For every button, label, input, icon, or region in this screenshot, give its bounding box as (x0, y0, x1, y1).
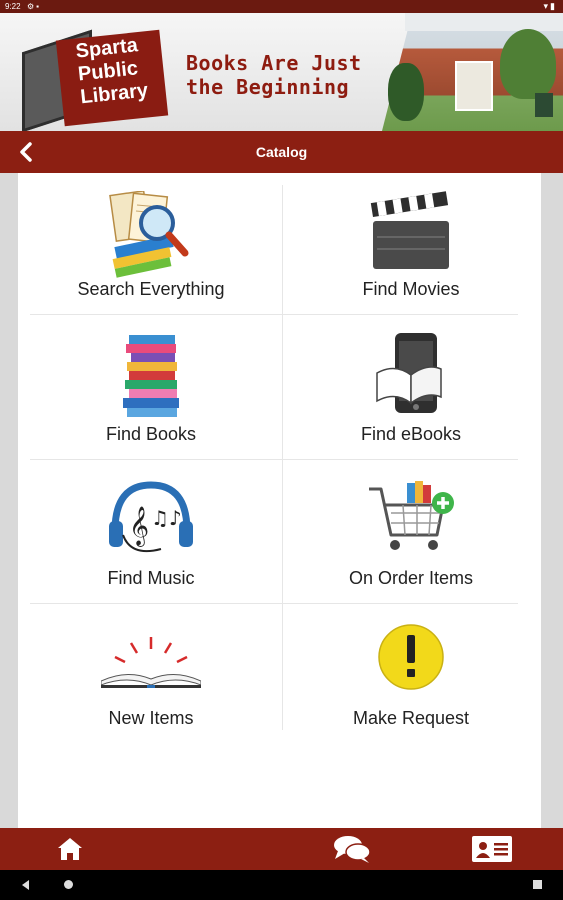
status-bar: 9:22 ⚙▪ ▾▮ (0, 0, 563, 13)
book-stack-icon (123, 335, 179, 417)
ebook-reader-icon (376, 333, 442, 413)
tagline-line-2: the Beginning (186, 75, 350, 99)
chat-button[interactable] (330, 834, 374, 864)
system-home-icon[interactable] (64, 880, 73, 889)
battery-icon: ▮ (550, 1, 557, 11)
photo-sign (535, 93, 553, 117)
logo-text: Sparta Public Library (75, 34, 150, 110)
catalog-tile-find-music[interactable]: 𝄞 ♫♪ Find Music (26, 477, 276, 592)
exclamation-icon (378, 624, 444, 690)
system-recents-icon[interactable] (533, 880, 542, 889)
catalog-tile-search-everything[interactable]: Search Everything (26, 191, 276, 306)
photo-tree-right (500, 29, 556, 99)
photo-tree-left (388, 63, 424, 121)
chat-icon (334, 836, 371, 863)
open-book-burst-icon (101, 637, 201, 688)
grid-divider-row1 (30, 314, 518, 315)
home-button[interactable] (48, 834, 92, 864)
catalog-grid: Search Everything Find Movies Find Books… (18, 173, 541, 828)
system-navigation-bar (0, 870, 563, 900)
clapperboard-icon (370, 191, 449, 269)
photo-roof (405, 13, 563, 31)
library-banner: Sparta Public Library Books Are Just the… (0, 13, 563, 131)
catalog-header: Catalog (0, 131, 563, 173)
photo-entrance (455, 61, 493, 111)
catalog-tile-on-order-items[interactable]: On Order Items (286, 477, 536, 592)
system-back-icon[interactable] (22, 880, 29, 890)
grid-divider-row3 (30, 603, 518, 604)
svg-text:♫♪: ♫♪ (151, 506, 182, 530)
settings-icon: ⚙ (27, 2, 37, 11)
tile-label: Search Everything (77, 279, 225, 299)
status-right-icons: ▾▮ (544, 1, 557, 12)
search-books-icon (109, 191, 189, 278)
bottom-navigation (0, 828, 563, 870)
grid-divider-row2 (30, 459, 518, 460)
library-logo: Sparta Public Library (22, 23, 172, 131)
tagline-line-1: Books Are Just (186, 51, 362, 75)
tile-label: Find Music (107, 568, 195, 588)
tile-label: On Order Items (348, 568, 474, 588)
svg-text:𝄞: 𝄞 (129, 506, 149, 547)
page-title: Catalog (255, 144, 308, 160)
status-time: 9:22 (5, 2, 21, 11)
status-left-icons: ⚙▪ (27, 2, 41, 11)
banner-tagline: Books Are Just the Beginning (186, 51, 362, 99)
catalog-tile-find-books[interactable]: Find Books (26, 333, 276, 448)
catalog-tile-make-request[interactable]: Make Request (286, 621, 536, 736)
tile-label: Find Books (105, 424, 197, 444)
tile-label: Find eBooks (360, 424, 462, 444)
catalog-tile-find-movies[interactable]: Find Movies (286, 191, 536, 306)
grid-divider-vertical (282, 185, 283, 730)
tile-label: New Items (108, 708, 194, 728)
library-card-button[interactable] (470, 834, 514, 864)
library-card-icon (472, 836, 512, 862)
catalog-tile-find-ebooks[interactable]: Find eBooks (286, 333, 536, 448)
lock-icon: ▪ (36, 2, 42, 11)
shopping-cart-add-icon (369, 481, 454, 550)
tile-label: Find Movies (362, 279, 460, 299)
tile-label: Make Request (352, 708, 470, 728)
catalog-tile-new-items[interactable]: New Items (26, 621, 276, 736)
home-icon (58, 838, 82, 860)
headphones-music-icon: 𝄞 ♫♪ (109, 481, 193, 553)
